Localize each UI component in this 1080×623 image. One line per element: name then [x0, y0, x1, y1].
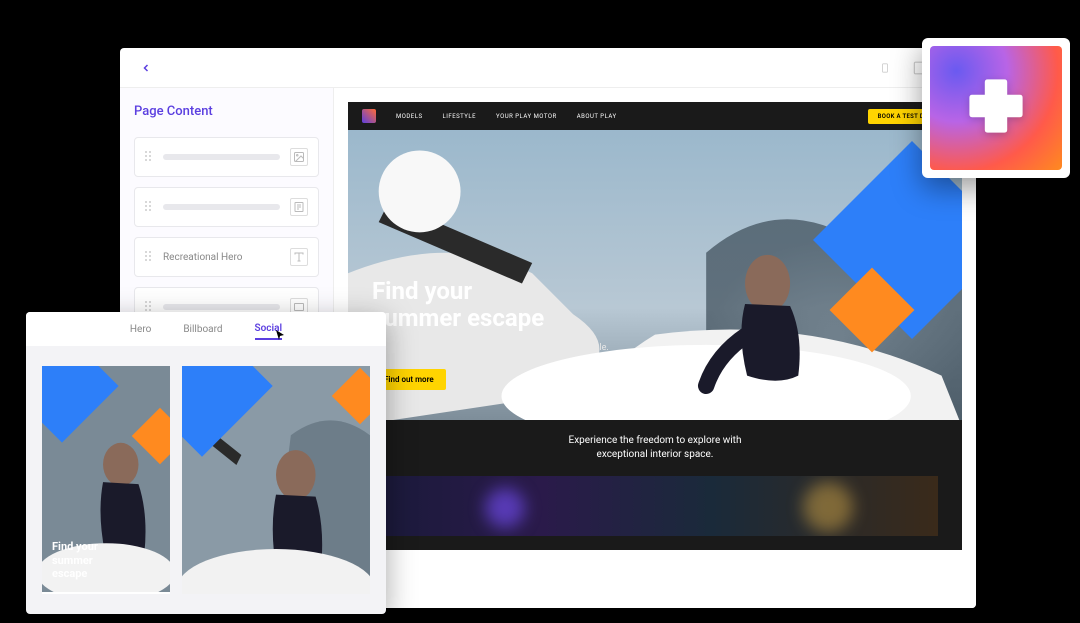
hero-section: Find your summer escape From the city st… — [348, 130, 962, 420]
preview-card-portrait[interactable]: Find your summer escape — [42, 366, 170, 594]
nav-item[interactable]: ABOUT PLAY — [577, 113, 617, 120]
nav-item[interactable]: YOUR PLAY MOTOR — [496, 113, 557, 120]
drag-handle-icon[interactable] — [145, 251, 153, 263]
tab-social[interactable]: Social — [255, 319, 283, 340]
back-button[interactable] — [134, 56, 158, 80]
hero-subtitle: From the city streets to vacation vistas… — [372, 343, 609, 353]
image-block-icon — [290, 148, 308, 166]
app-badge-gradient — [930, 46, 1062, 170]
canvas: MODELS LIFESTYLE YOUR PLAY MOTOR ABOUT P… — [334, 88, 976, 608]
block-placeholder — [163, 154, 280, 160]
preview-panel: Hero Billboard Social Find your summer e… — [26, 312, 386, 614]
drag-handle-icon[interactable] — [145, 151, 153, 163]
text-block-icon — [290, 248, 308, 266]
hero-content: Find your summer escape From the city st… — [372, 278, 609, 390]
device-mobile-icon[interactable] — [876, 59, 894, 77]
tab-billboard[interactable]: Billboard — [183, 320, 222, 339]
document-block-icon — [290, 198, 308, 216]
below-hero-text: Experience the freedom to explore with e… — [372, 434, 938, 462]
preview-card-wide[interactable] — [182, 366, 370, 594]
preview-tabs: Hero Billboard Social — [26, 312, 386, 346]
chevron-left-icon — [140, 62, 152, 74]
page-preview[interactable]: MODELS LIFESTYLE YOUR PLAY MOTOR ABOUT P… — [348, 102, 962, 550]
block-placeholder — [163, 204, 280, 210]
site-nav: MODELS LIFESTYLE YOUR PLAY MOTOR ABOUT P… — [348, 102, 962, 130]
plus-icon — [961, 71, 1031, 145]
tab-hero[interactable]: Hero — [130, 320, 151, 339]
hero-title: Find your summer escape — [372, 278, 609, 333]
card-title: Find your summer escape — [52, 540, 98, 580]
block-placeholder — [163, 304, 280, 310]
below-hero-section: Experience the freedom to explore with e… — [348, 420, 962, 550]
nav-item[interactable]: LIFESTYLE — [443, 113, 477, 120]
sidebar-title: Page Content — [134, 104, 319, 119]
editor-header — [120, 48, 976, 88]
content-block[interactable]: Recreational Hero — [134, 237, 319, 277]
preview-cards: Find your summer escape — [26, 346, 386, 614]
filmstrip-image — [372, 476, 938, 536]
site-logo-icon[interactable] — [362, 109, 376, 123]
nav-item[interactable]: MODELS — [396, 113, 423, 120]
drag-handle-icon[interactable] — [145, 201, 153, 213]
block-label: Recreational Hero — [163, 252, 280, 263]
content-block[interactable] — [134, 187, 319, 227]
content-block[interactable] — [134, 137, 319, 177]
app-badge[interactable] — [922, 38, 1070, 178]
